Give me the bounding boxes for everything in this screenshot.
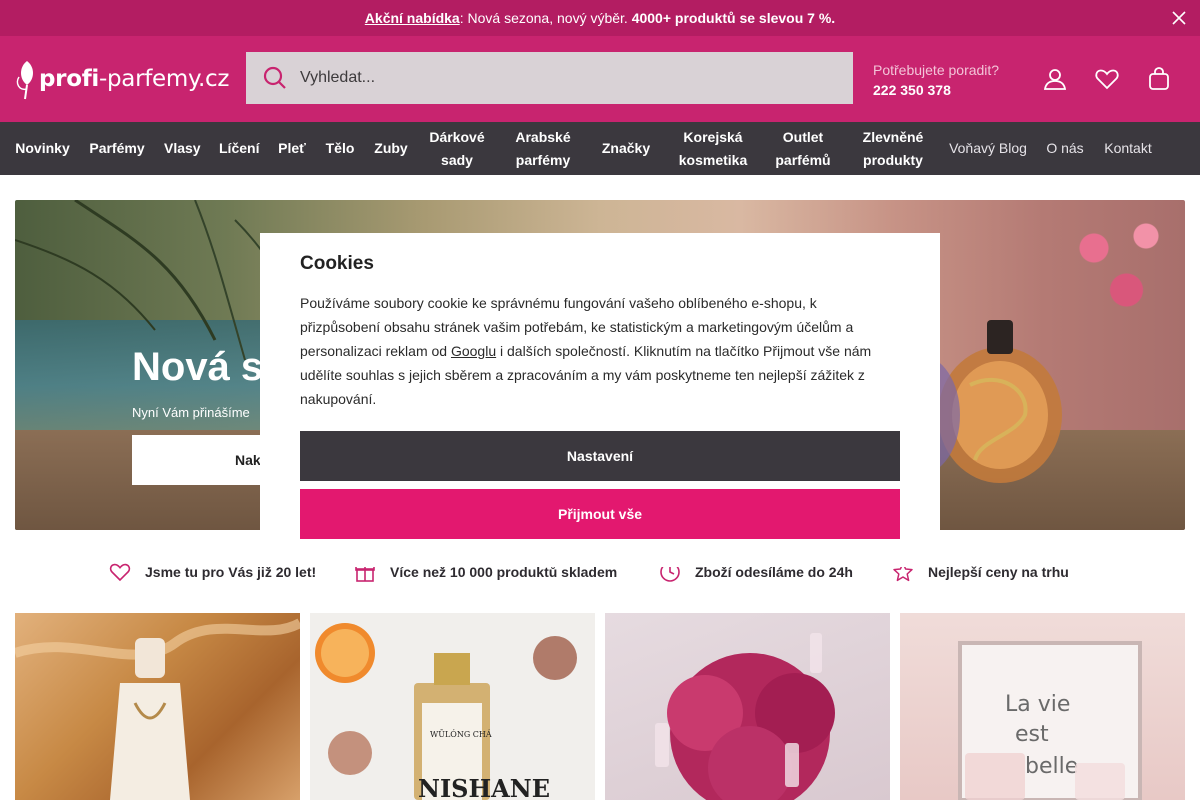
cookie-text: Používáme soubory cookie ke správnému fu… bbox=[300, 295, 872, 407]
cookie-settings-button[interactable]: Nastavení bbox=[300, 431, 900, 481]
cookie-overlay: Cookies Používáme soubory cookie ke sprá… bbox=[0, 0, 1200, 800]
google-link[interactable]: Googlu bbox=[451, 343, 496, 359]
cookie-dialog: Cookies Používáme soubory cookie ke sprá… bbox=[260, 233, 940, 567]
accept-all-button[interactable]: Přijmout vše bbox=[300, 489, 900, 539]
cookie-title: Cookies bbox=[300, 253, 374, 274]
